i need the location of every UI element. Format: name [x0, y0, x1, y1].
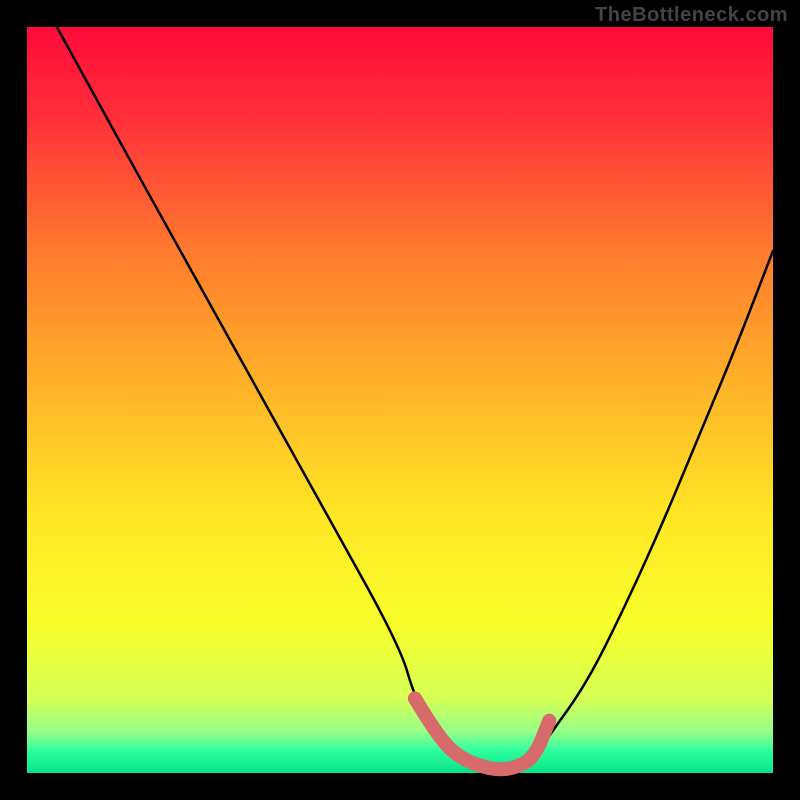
chart-frame: TheBottleneck.com — [0, 0, 800, 800]
highlight-end-dot — [542, 714, 556, 728]
bottleneck-chart — [0, 0, 800, 800]
gradient-background — [27, 27, 773, 773]
